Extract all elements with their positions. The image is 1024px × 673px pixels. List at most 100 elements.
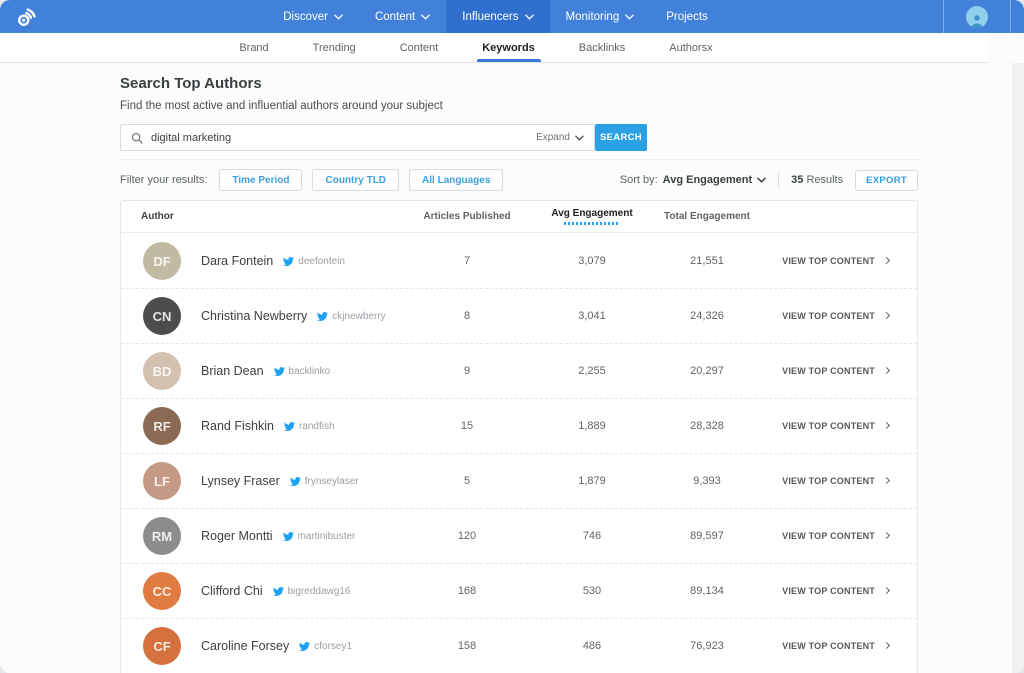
- view-top-content-link[interactable]: VIEW TOP CONTENT: [767, 531, 917, 541]
- chevron-right-icon: [883, 532, 890, 539]
- avatar-initials: DF: [153, 254, 170, 269]
- table-row: LF Lynsey Fraser frynseylaser 5 1,879 9,…: [121, 453, 917, 508]
- author-cell: CF Caroline Forsey cforsey1: [121, 627, 397, 665]
- articles-published-value: 120: [397, 530, 537, 542]
- view-top-content-link[interactable]: VIEW TOP CONTENT: [767, 641, 917, 651]
- expand-toggle[interactable]: Expand: [536, 132, 584, 143]
- topbar-nav-item[interactable]: Content: [359, 0, 446, 33]
- articles-published-value: 9: [397, 365, 537, 377]
- search-button[interactable]: SEARCH: [595, 124, 647, 151]
- total-engagement-value: 89,134: [647, 585, 767, 597]
- view-top-content-label: VIEW TOP CONTENT: [782, 641, 875, 651]
- topbar-nav-label: Content: [375, 11, 415, 23]
- avg-engagement-value: 746: [537, 530, 647, 542]
- avatar-initials: RF: [153, 419, 170, 434]
- avg-engagement-value: 2,255: [537, 365, 647, 377]
- chevron-right-icon: [883, 422, 890, 429]
- page-subtitle: Find the most active and influential aut…: [120, 100, 918, 112]
- author-cell: BD Brian Dean backlinko: [121, 352, 397, 390]
- topbar-account-area: [943, 0, 1011, 33]
- view-top-content-link[interactable]: VIEW TOP CONTENT: [767, 256, 917, 266]
- twitter-handle-link[interactable]: deefontein: [283, 256, 345, 267]
- search-row: Expand SEARCH: [120, 124, 918, 151]
- subnav-tab-label: Authorsx: [669, 42, 712, 54]
- filter-chip[interactable]: Time Period: [219, 169, 302, 191]
- twitter-icon: [290, 476, 301, 487]
- twitter-handle-text: martinibuster: [298, 531, 356, 542]
- avg-engagement-value: 486: [537, 640, 647, 652]
- view-top-content-label: VIEW TOP CONTENT: [782, 531, 875, 541]
- table-row: CC Clifford Chi bigreddawg16 168 530 89,…: [121, 563, 917, 618]
- view-top-content-link[interactable]: VIEW TOP CONTENT: [767, 586, 917, 596]
- subnav-tab[interactable]: Trending: [291, 33, 378, 62]
- topbar-nav-label: Influencers: [462, 11, 518, 23]
- sort-label: Sort by:: [620, 174, 658, 186]
- twitter-handle-text: deefontein: [298, 256, 345, 267]
- avg-engagement-value: 1,889: [537, 420, 647, 432]
- subnav-tab-label: Content: [400, 42, 439, 54]
- topbar-nav-item[interactable]: Projects: [650, 0, 724, 33]
- topbar-nav-item[interactable]: Discover: [267, 0, 359, 33]
- twitter-icon: [273, 586, 284, 597]
- table-row: CF Caroline Forsey cforsey1 158 486 76,9…: [121, 618, 917, 673]
- chevron-right-icon: [883, 367, 890, 374]
- twitter-handle-link[interactable]: cforsey1: [299, 641, 352, 652]
- filter-chip[interactable]: Country TLD: [312, 169, 399, 191]
- results-number: 35: [791, 174, 803, 186]
- table-body: DF Dara Fontein deefontein 7 3,079 21,55…: [121, 233, 917, 673]
- total-engagement-value: 20,297: [647, 365, 767, 377]
- table-row: RM Roger Montti martinibuster 120 746 89…: [121, 508, 917, 563]
- topbar-nav: Discover Content Influencers Monitoring …: [267, 0, 724, 33]
- twitter-handle-link[interactable]: martinibuster: [283, 531, 356, 542]
- view-top-content-link[interactable]: VIEW TOP CONTENT: [767, 366, 917, 376]
- authors-table: Author Articles Published Avg Engagement…: [120, 200, 918, 673]
- app-window: Discover Content Influencers Monitoring …: [0, 0, 1024, 673]
- author-avatar: DF: [143, 242, 181, 280]
- view-top-content-link[interactable]: VIEW TOP CONTENT: [767, 311, 917, 321]
- subnav-tab[interactable]: Brand: [217, 33, 290, 62]
- column-avg-engagement[interactable]: Avg Engagement: [537, 208, 647, 225]
- twitter-handle-text: ckjnewberry: [332, 311, 385, 322]
- view-top-content-link[interactable]: VIEW TOP CONTENT: [767, 476, 917, 486]
- total-engagement-value: 21,551: [647, 255, 767, 267]
- chevron-right-icon: [883, 477, 890, 484]
- export-button[interactable]: EXPORT: [855, 170, 918, 191]
- subnav-tab[interactable]: Keywords: [460, 33, 557, 62]
- subnav-tab[interactable]: Backlinks: [557, 33, 647, 62]
- search-icon: [131, 132, 143, 144]
- twitter-handle-link[interactable]: randfish: [284, 421, 335, 432]
- author-avatar: CC: [143, 572, 181, 610]
- twitter-handle-link[interactable]: bigreddawg16: [273, 586, 351, 597]
- chevron-right-icon: [883, 257, 890, 264]
- column-author[interactable]: Author: [121, 211, 397, 222]
- topbar-nav-item[interactable]: Monitoring: [550, 0, 651, 33]
- subnav-tab[interactable]: Content: [378, 33, 461, 62]
- total-engagement-value: 9,393: [647, 475, 767, 487]
- chevron-down-icon: [625, 14, 634, 20]
- sort-dropdown[interactable]: Sort by: Avg Engagement: [620, 174, 766, 186]
- search-input[interactable]: [151, 132, 536, 144]
- avatar-initials: BD: [153, 364, 172, 379]
- column-total-engagement[interactable]: Total Engagement: [647, 211, 767, 222]
- topbar-nav-item[interactable]: Influencers: [446, 0, 549, 33]
- column-articles-published[interactable]: Articles Published: [397, 211, 537, 222]
- user-avatar-button[interactable]: [966, 6, 988, 28]
- filter-chip[interactable]: All Languages: [409, 169, 503, 191]
- twitter-handle-link[interactable]: ckjnewberry: [317, 311, 385, 322]
- author-name: Christina Newberry: [201, 309, 307, 323]
- subnav-tab[interactable]: Authorsx: [647, 33, 734, 62]
- twitter-handle-link[interactable]: backlinko: [274, 366, 331, 377]
- scrollbar-track[interactable]: [1012, 63, 1024, 673]
- avatar-initials: LF: [154, 474, 170, 489]
- view-top-content-label: VIEW TOP CONTENT: [782, 421, 875, 431]
- articles-published-value: 168: [397, 585, 537, 597]
- rss-broadcast-icon: [14, 4, 40, 30]
- author-name: Rand Fishkin: [201, 419, 274, 433]
- main-content: Search Top Authors Find the most active …: [0, 63, 1024, 673]
- twitter-icon: [284, 421, 295, 432]
- twitter-handle-link[interactable]: frynseylaser: [290, 476, 359, 487]
- author-name: Dara Fontein: [201, 254, 273, 268]
- twitter-icon: [283, 256, 294, 267]
- app-logo[interactable]: [14, 4, 40, 30]
- view-top-content-link[interactable]: VIEW TOP CONTENT: [767, 421, 917, 431]
